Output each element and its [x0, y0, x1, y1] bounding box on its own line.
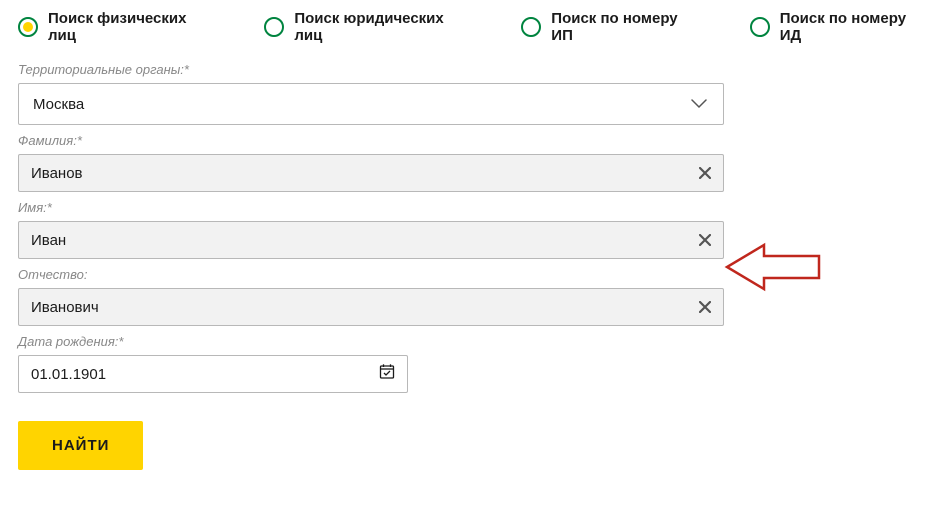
territorial-select[interactable]: Москва — [18, 83, 724, 125]
radio-icon — [264, 17, 284, 37]
dob-input[interactable] — [31, 366, 395, 383]
dob-input-wrap — [18, 355, 408, 393]
firstname-input[interactable] — [31, 232, 711, 249]
tab-label: Поиск по номеру ИД — [780, 10, 926, 44]
dob-label: Дата рождения:* — [18, 334, 724, 349]
tab-ip-number[interactable]: Поиск по номеру ИП — [521, 10, 697, 44]
lastname-input[interactable] — [31, 165, 711, 182]
search-button[interactable]: НАЙТИ — [18, 421, 143, 470]
tab-label: Поиск юридических лиц — [294, 10, 469, 44]
search-type-tabs: Поиск физических лиц Поиск юридических л… — [18, 10, 926, 44]
tab-label: Поиск по номеру ИП — [551, 10, 697, 44]
lastname-input-wrap — [18, 154, 724, 192]
radio-icon — [18, 17, 38, 37]
tab-individuals[interactable]: Поиск физических лиц — [18, 10, 212, 44]
tab-id-number[interactable]: Поиск по номеру ИД — [750, 10, 926, 44]
close-icon[interactable] — [699, 231, 711, 249]
radio-icon — [750, 17, 770, 37]
tab-label: Поиск физических лиц — [48, 10, 212, 44]
chevron-down-icon — [691, 99, 707, 109]
search-form: Территориальные органы:* Москва Фамилия:… — [18, 62, 724, 470]
close-icon[interactable] — [699, 164, 711, 182]
firstname-label: Имя:* — [18, 200, 724, 215]
patronymic-input[interactable] — [31, 299, 711, 316]
arrow-annotation-icon — [724, 242, 824, 292]
lastname-label: Фамилия:* — [18, 133, 724, 148]
firstname-input-wrap — [18, 221, 724, 259]
patronymic-label: Отчество: — [18, 267, 724, 282]
patronymic-input-wrap — [18, 288, 724, 326]
close-icon[interactable] — [699, 298, 711, 316]
territorial-label: Территориальные органы:* — [18, 62, 724, 77]
tab-legal-entities[interactable]: Поиск юридических лиц — [264, 10, 469, 44]
radio-icon — [521, 17, 541, 37]
calendar-icon[interactable] — [379, 364, 395, 385]
territorial-value: Москва — [33, 96, 84, 113]
